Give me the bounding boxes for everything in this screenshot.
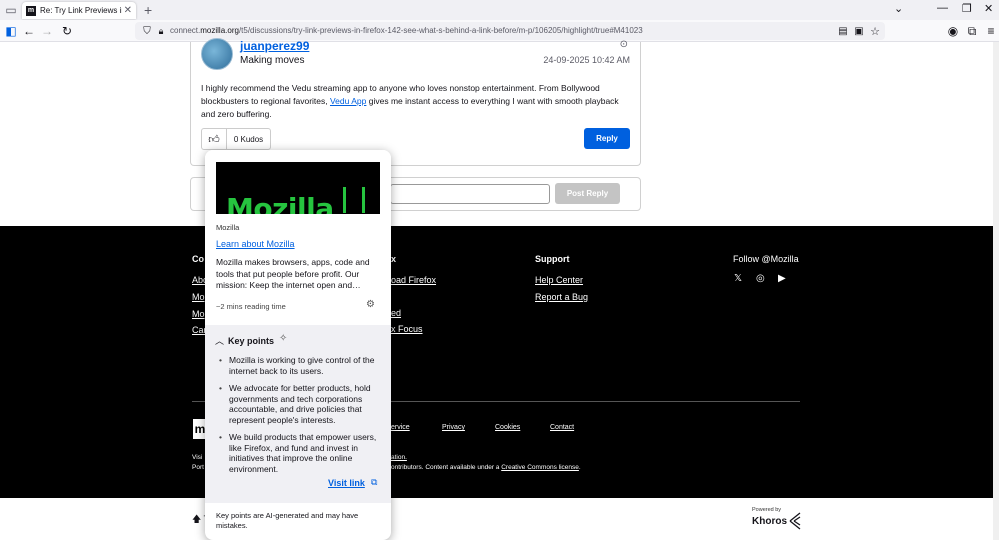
help-center-link[interactable]: Help Center [535, 275, 583, 285]
post-date: 24-09-2025 10:42 AM [543, 55, 630, 65]
arrow-up-icon: 🡅 [192, 514, 202, 524]
khoros-logo[interactable]: Khoros [752, 516, 787, 527]
tab-title: Re: Try Link Previews in Firefox [40, 6, 122, 15]
site-footer: Co Abo Mo Mo Car x oad Firefox ed x Focu… [0, 226, 999, 498]
preview-header: Mozilla Mozilla Learn about Mozilla Mozi… [205, 150, 391, 325]
sidebar-toggle-icon[interactable]: ▭ [3, 2, 19, 18]
post-body: I highly recommend the Vedu streaming ap… [201, 83, 619, 119]
sidebar-icon[interactable]: ◧ [3, 23, 19, 39]
reader-view-icon[interactable]: ▤ [835, 23, 851, 39]
preview-image-wordmark: Mozilla [226, 192, 334, 214]
footer-support-heading: Support [535, 254, 570, 264]
menu-icon[interactable]: ≡ [983, 23, 999, 39]
reply-input[interactable] [390, 184, 550, 204]
powered-by-label: Powered by [752, 507, 782, 513]
preview-site-name: Mozilla [216, 223, 240, 232]
page-scrollbar[interactable] [993, 42, 999, 540]
kudo-thumbs-up-icon[interactable]: 👍︎ [201, 128, 227, 150]
instagram-icon[interactable]: ◎ [756, 273, 765, 284]
reply-button[interactable]: Reply [584, 128, 630, 149]
forward-icon[interactable]: → [39, 23, 55, 39]
footer-note-2: ontributors. Content available under a C… [391, 464, 581, 471]
page-bottom: 🡅 T Powered by Khoros [0, 498, 999, 540]
reading-time: ~2 mins reading time [216, 302, 286, 311]
privacy-link[interactable]: Privacy [442, 424, 465, 431]
follow-mozilla-heading: Follow @Mozilla [733, 254, 799, 264]
youtube-icon[interactable]: ▶ [778, 273, 786, 284]
post-options-icon[interactable]: ⊙ [620, 39, 628, 50]
key-point-item: We advocate for better products, hold go… [219, 383, 383, 425]
mozilla-favicon-icon: m [26, 5, 36, 16]
close-tab-icon[interactable]: ✕ [124, 5, 132, 16]
terms-link[interactable]: ervice [391, 424, 410, 431]
footer-col1-link[interactable]: Mo [192, 292, 205, 302]
reload-icon[interactable]: ↻ [59, 23, 75, 39]
mozilla-m-mark-icon [343, 187, 365, 213]
preview-image: Mozilla [216, 162, 380, 214]
preview-title-link[interactable]: Learn about Mozilla [216, 239, 295, 249]
tab-list-chevron-icon[interactable]: ⌄ [894, 2, 903, 15]
tab-bar: ▭ m Re: Try Link Previews in Firefox ✕ +… [0, 0, 999, 20]
picture-in-picture-icon[interactable]: ▣ [851, 23, 867, 39]
preview-description: Mozilla makes browsers, apps, code and t… [216, 257, 370, 290]
footer-col1-link[interactable]: Mo [192, 309, 205, 319]
post-author-link[interactable]: juanperez99 [240, 39, 309, 53]
key-point-item: Mozilla is working to give control of th… [219, 355, 383, 376]
footer-col1-heading: Co [192, 254, 204, 264]
key-points-list: Mozilla is working to give control of th… [219, 355, 383, 481]
contact-link[interactable]: Contact [550, 424, 574, 431]
url-bar[interactable]: ⛉ 🔒︎ connect.mozilla.org/t5/discussions/… [135, 22, 885, 40]
chevron-up-icon[interactable]: ︿ [215, 334, 224, 347]
creative-commons-link[interactable]: Creative Commons license [501, 464, 579, 471]
footer-note-2-start: Port [192, 464, 204, 471]
ai-sparkle-icon: ✧ [279, 333, 288, 344]
footer-col2-link[interactable]: ed [391, 308, 401, 318]
close-window-icon[interactable]: ✕ [984, 2, 993, 15]
author-rank: Making moves [240, 55, 305, 66]
key-point-item: We build products that empower users, li… [219, 432, 383, 474]
footer-col2-link[interactable]: oad Firefox [391, 275, 436, 285]
report-bug-link[interactable]: Report a Bug [535, 292, 588, 302]
key-points-heading[interactable]: Key points [228, 336, 274, 346]
visit-link-button[interactable]: Visit link [328, 478, 365, 488]
forum-post: juanperez99 Making moves ⊙ 24-09-2025 10… [190, 38, 641, 166]
kudos-count[interactable]: 0 Kudos [226, 128, 271, 150]
footer-note-1-start: Visi [192, 454, 203, 461]
new-tab-icon[interactable]: + [144, 2, 152, 18]
extensions-icon[interactable]: ⧉ [964, 23, 980, 39]
account-icon[interactable]: ◉ [945, 23, 961, 39]
link-preview-popup: Mozilla Mozilla Learn about Mozilla Mozi… [205, 150, 391, 540]
minimize-icon[interactable]: — [937, 2, 948, 14]
twitter-icon[interactable]: 𝕏 [734, 273, 742, 284]
nav-bar: ◧ ← → ↻ ⛉ 🔒︎ connect.mozilla.org/t5/disc… [0, 20, 999, 42]
bookmark-star-icon[interactable]: ☆ [867, 23, 883, 39]
lock-icon[interactable]: 🔒︎ [153, 23, 169, 39]
external-link-icon[interactable]: ⧉ [371, 477, 377, 488]
ai-disclaimer: Key points are AI-generated and may have… [216, 511, 359, 530]
vedu-app-link[interactable]: Vedu App [330, 96, 366, 106]
browser-tab[interactable]: m Re: Try Link Previews in Firefox ✕ [22, 2, 136, 19]
gear-icon[interactable]: ⚙︎ [366, 299, 375, 310]
footer-col2-link[interactable]: x Focus [391, 324, 423, 334]
footer-col2-heading: x [391, 254, 397, 264]
avatar[interactable] [201, 38, 233, 70]
key-points-section: ︿ Key points ✧ Mozilla is working to giv… [205, 325, 391, 503]
footer-note-1-link[interactable]: ation. [391, 454, 407, 461]
back-icon[interactable]: ← [21, 23, 37, 39]
restore-icon[interactable]: ❐ [962, 2, 972, 15]
cookies-link[interactable]: Cookies [495, 424, 520, 431]
url-text[interactable]: connect.mozilla.org/t5/discussions/try-l… [170, 26, 643, 35]
khoros-mark-icon [789, 512, 801, 530]
post-reply-button[interactable]: Post Reply [555, 183, 620, 204]
